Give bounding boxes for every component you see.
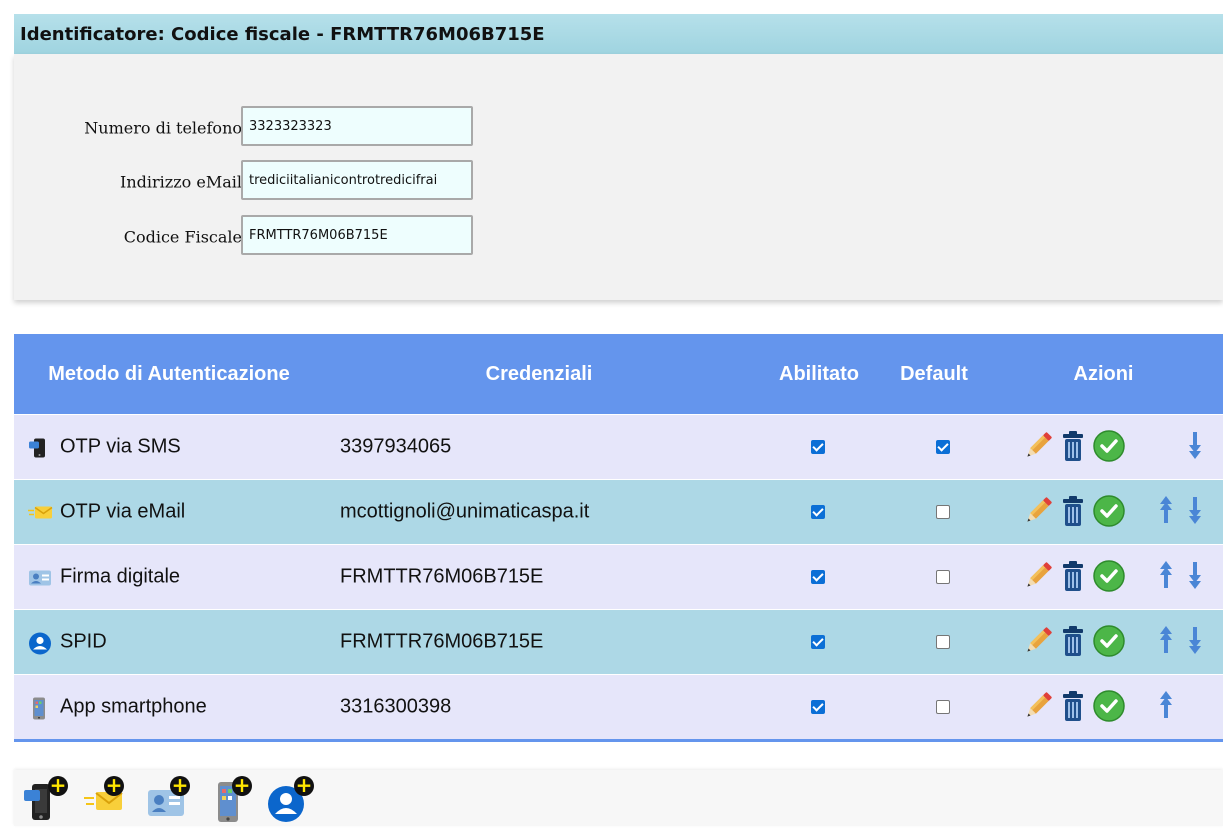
phone-row: Numero di telefono <box>14 106 494 150</box>
identifier-title: Identificatore: Codice fiscale - FRMTTR7… <box>20 23 545 45</box>
header-method: Metodo di Autenticazione <box>48 363 290 385</box>
default-checkbox[interactable] <box>936 440 950 454</box>
add-email-button[interactable]: + <box>82 775 134 826</box>
add-signature-button[interactable]: + <box>144 775 196 826</box>
spid-user-icon <box>28 631 51 654</box>
default-checkbox[interactable] <box>936 505 950 519</box>
confirm-check-icon[interactable] <box>1092 624 1126 664</box>
table-bottom-border <box>14 739 1223 742</box>
actions-cell <box>1022 624 1212 660</box>
actions-cell <box>1022 494 1212 530</box>
move-down-arrow-icon[interactable] <box>1187 559 1203 597</box>
enabled-checkbox[interactable] <box>811 505 825 519</box>
actions-cell <box>1022 429 1212 465</box>
method-cell: OTP via eMail <box>28 501 185 524</box>
default-checkbox[interactable] <box>936 570 950 584</box>
method-label: Firma digitale <box>60 565 181 588</box>
edit-pencil-icon[interactable] <box>1022 429 1054 469</box>
credential-value: FRMTTR76M06B715E <box>340 565 544 588</box>
method-label: OTP via SMS <box>60 435 181 458</box>
delete-trash-icon[interactable] <box>1060 624 1086 664</box>
table-header: Metodo di Autenticazione Credenziali Abi… <box>14 334 1223 414</box>
smartphone-icon <box>28 696 50 719</box>
move-up-arrow-icon[interactable] <box>1158 624 1174 662</box>
edit-pencil-icon[interactable] <box>1022 559 1054 599</box>
sms-phone-icon <box>28 436 50 458</box>
method-cell: OTP via SMS <box>28 436 181 459</box>
method-label: App smartphone <box>60 695 207 718</box>
id-card-icon <box>28 566 51 588</box>
edit-pencil-icon[interactable] <box>1022 689 1054 729</box>
phone-input[interactable] <box>241 106 473 146</box>
actions-cell <box>1022 689 1212 725</box>
credential-value: mcottignoli@unimaticaspa.it <box>340 500 590 523</box>
add-sms-button[interactable]: + <box>22 775 74 826</box>
table-row: Firma digitale FRMTTR76M06B715E <box>14 544 1223 609</box>
edit-pencil-icon[interactable] <box>1022 624 1054 664</box>
header-default: Default <box>900 363 968 385</box>
actions-cell <box>1022 559 1212 595</box>
phone-label: Numero di telefono <box>84 118 242 138</box>
table-row: OTP via SMS 3397934065 <box>14 414 1223 479</box>
move-up-arrow-icon[interactable] <box>1158 494 1174 532</box>
email-label: Indirizzo eMail <box>120 172 242 192</box>
move-down-arrow-icon[interactable] <box>1187 624 1203 662</box>
edit-pencil-icon[interactable] <box>1022 494 1054 534</box>
delete-trash-icon[interactable] <box>1060 429 1086 469</box>
identifier-header: Identificatore: Codice fiscale - FRMTTR7… <box>14 14 1223 54</box>
delete-trash-icon[interactable] <box>1060 689 1086 729</box>
header-credentials: Credenziali <box>485 363 593 385</box>
table-row: SPID FRMTTR76M06B715E <box>14 609 1223 674</box>
credential-value: 3397934065 <box>340 435 452 458</box>
enabled-checkbox[interactable] <box>811 635 825 649</box>
method-label: OTP via eMail <box>60 500 186 523</box>
codice-fiscale-label: Codice Fiscale <box>123 227 242 247</box>
delete-trash-icon[interactable] <box>1060 494 1086 534</box>
move-down-arrow-icon[interactable] <box>1187 429 1203 467</box>
enabled-checkbox[interactable] <box>811 440 825 454</box>
move-up-arrow-icon[interactable] <box>1158 559 1174 597</box>
default-checkbox[interactable] <box>936 635 950 649</box>
confirm-check-icon[interactable] <box>1092 689 1126 729</box>
enabled-checkbox[interactable] <box>811 700 825 714</box>
table-row: OTP via eMail mcottignoli@unimaticaspa.it <box>14 479 1223 544</box>
confirm-check-icon[interactable] <box>1092 429 1126 469</box>
delete-trash-icon[interactable] <box>1060 559 1086 599</box>
move-up-arrow-icon[interactable] <box>1158 689 1174 727</box>
method-cell: Firma digitale <box>28 566 180 589</box>
default-checkbox[interactable] <box>936 700 950 714</box>
method-cell: App smartphone <box>28 696 207 719</box>
table-row: App smartphone 3316300398 <box>14 674 1223 739</box>
credential-value: FRMTTR76M06B715E <box>340 630 544 653</box>
confirm-check-icon[interactable] <box>1092 559 1126 599</box>
add-spid-button[interactable]: + <box>264 775 316 826</box>
confirm-check-icon[interactable] <box>1092 494 1126 534</box>
add-method-toolbar: + + + + + <box>14 770 1223 826</box>
credential-value: 3316300398 <box>340 695 452 718</box>
email-input[interactable] <box>241 160 473 200</box>
header-enabled: Abilitato <box>779 363 859 385</box>
method-cell: SPID <box>28 631 107 654</box>
codice-fiscale-row: Codice Fiscale <box>14 215 494 259</box>
auth-methods-table: Metodo di Autenticazione Credenziali Abi… <box>14 334 1223 742</box>
enabled-checkbox[interactable] <box>811 570 825 584</box>
email-row: Indirizzo eMail <box>14 160 494 204</box>
add-smartphone-button[interactable]: + <box>210 775 262 826</box>
identifier-panel: Numero di telefono Indirizzo eMail Codic… <box>14 54 1223 300</box>
method-label: SPID <box>60 630 107 653</box>
codice-fiscale-input[interactable] <box>241 215 473 255</box>
header-actions: Azioni <box>1073 363 1134 385</box>
email-envelope-icon <box>28 501 53 523</box>
move-down-arrow-icon[interactable] <box>1187 494 1203 532</box>
